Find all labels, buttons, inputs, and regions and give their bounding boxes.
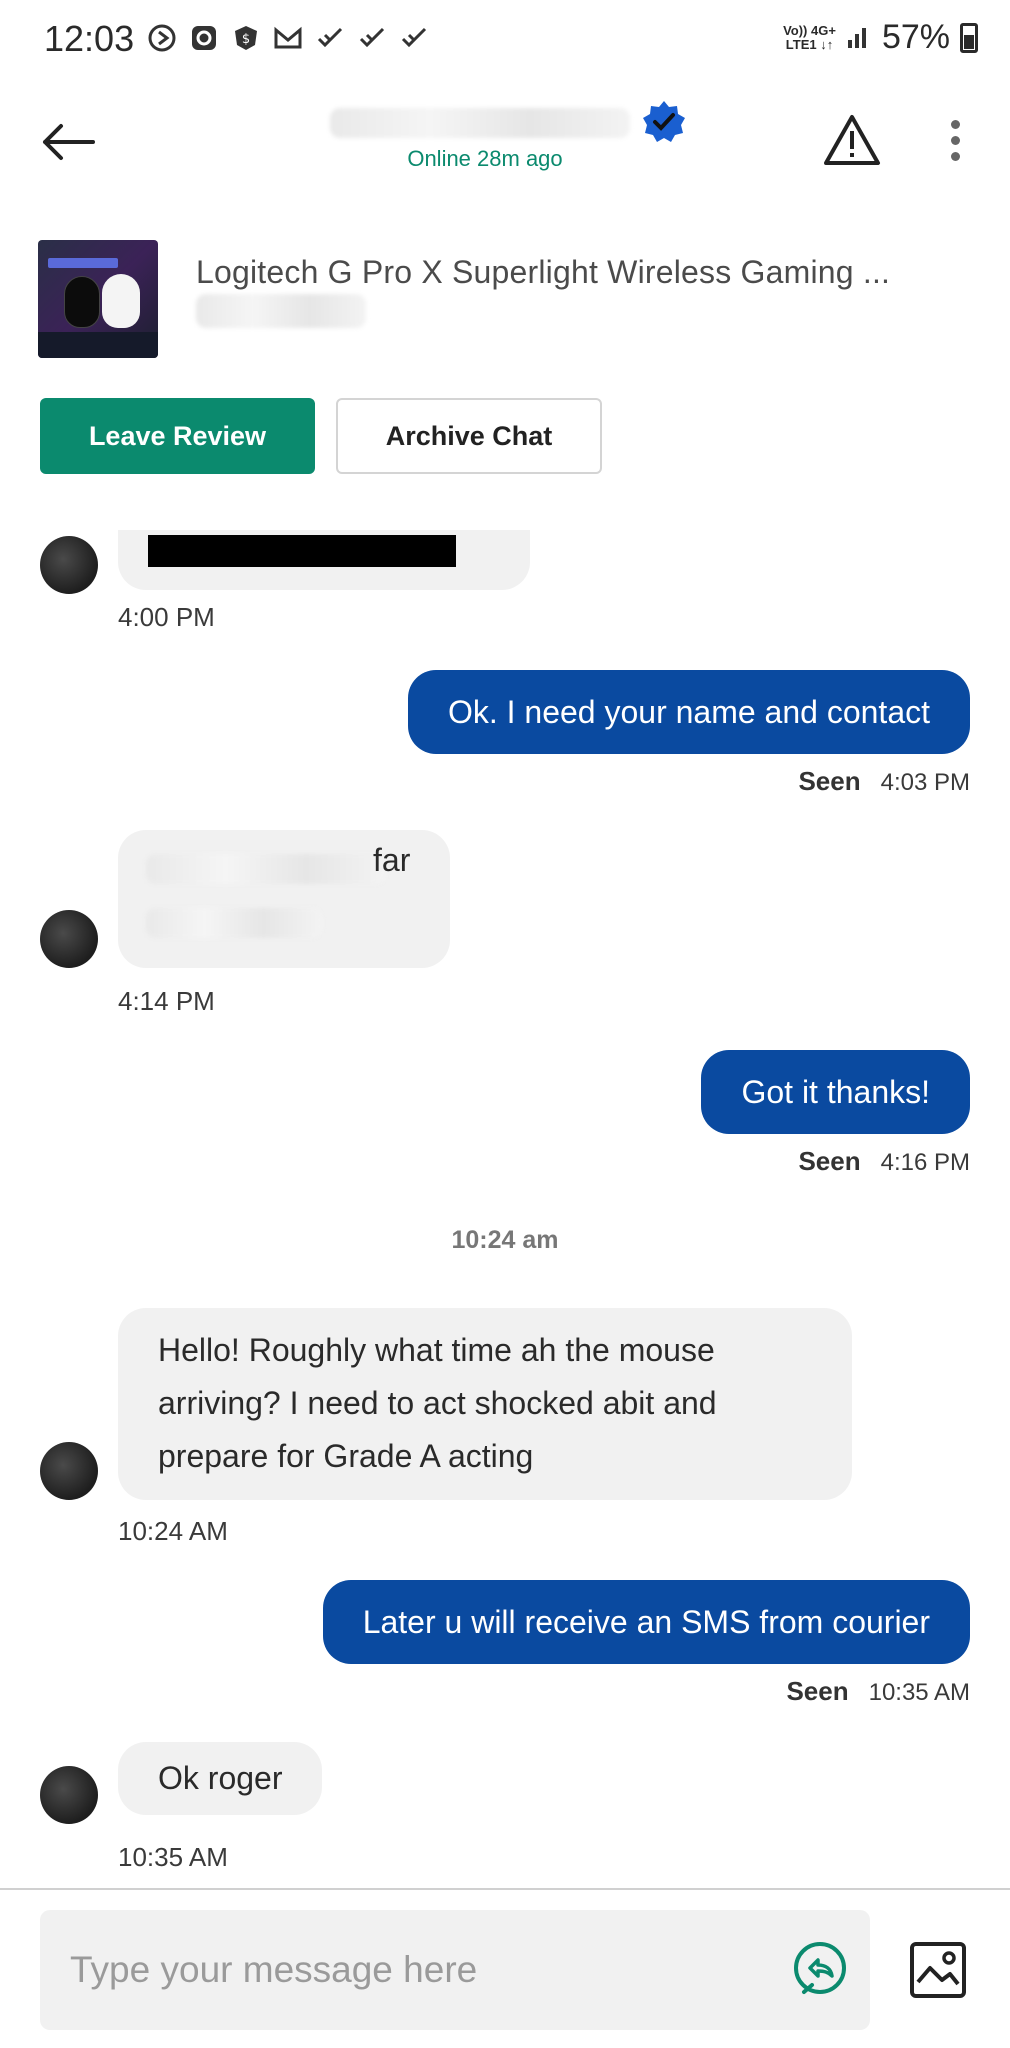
report-button[interactable] (818, 106, 886, 174)
message-line: Hello! Roughly what time ah the mouse (158, 1332, 715, 1368)
status-bar: 12:03 $ Vo)) 4G+ LTE1 ↓↑ 57% (0, 0, 1010, 80)
product-title: Logitech G Pro X Superlight Wireless Gam… (196, 254, 891, 290)
play-circle-icon (146, 22, 178, 54)
signal-icon (846, 20, 872, 55)
message-time: 10:35 AM (868, 1679, 970, 1706)
verified-badge-icon (643, 101, 685, 142)
notification-icons: $ (146, 22, 430, 54)
product-thumbnail (38, 240, 158, 358)
check-wave-icon (398, 22, 430, 54)
message-line: prepare for Grade A acting (158, 1438, 534, 1474)
message-time: 4:00 PM (118, 602, 215, 632)
dot-icon (950, 151, 960, 161)
thumbnail-strip (38, 332, 158, 358)
message-list[interactable]: 4:00 PM Ok. I need your name and contact… (0, 530, 1010, 1885)
seen-row: Seen 10:35 AM (786, 1676, 970, 1707)
check-wave-icon (314, 22, 346, 54)
message-bubble-outgoing[interactable]: Later u will receive an SMS from courier (322, 1580, 970, 1664)
message-time: 10:24 AM (118, 1516, 228, 1546)
seen-label: Seen (798, 1146, 861, 1176)
message-bubble-incoming[interactable]: far (118, 830, 450, 968)
product-price-redacted (196, 294, 366, 328)
date-separator: 10:24 am (451, 1226, 559, 1254)
thumbnail-banner (48, 258, 118, 268)
redaction-bar (148, 535, 456, 567)
battery-icon (960, 22, 978, 53)
mouse-black-image (64, 276, 100, 328)
svg-text:$: $ (242, 32, 250, 47)
archive-chat-button[interactable]: Archive Chat (336, 398, 602, 474)
message-text-fragment: far (373, 842, 411, 878)
shield-dollar-icon: $ (230, 22, 262, 54)
message-input[interactable] (70, 1940, 750, 2000)
seen-row: Seen 4:03 PM (798, 766, 970, 797)
message-time: 4:14 PM (118, 986, 215, 1016)
avatar (40, 1442, 98, 1500)
app-c-icon (188, 22, 220, 54)
seller-name-redacted[interactable] (330, 100, 650, 146)
network-indicator: Vo)) 4G+ LTE1 ↓↑ (783, 22, 836, 52)
message-bubble-incoming[interactable] (118, 530, 530, 590)
warning-icon (824, 115, 880, 165)
message-time: 10:35 AM (118, 1842, 228, 1872)
battery-percent: 57% (881, 18, 950, 56)
system-indicators: Vo)) 4G+ LTE1 ↓↑ 57% (783, 18, 978, 57)
redaction-blur (330, 108, 630, 138)
message-time: 4:16 PM (880, 1149, 970, 1176)
mouse-white-image (102, 274, 140, 328)
chat-header: Online 28m ago (0, 90, 1010, 190)
message-line: arriving? I need to act shocked abit and (158, 1385, 717, 1421)
message-bubble-incoming[interactable]: Ok roger (118, 1742, 323, 1815)
composer (40, 1910, 870, 2030)
image-attach-icon[interactable] (906, 1938, 970, 2002)
quick-reply-icon[interactable] (790, 1940, 850, 2000)
message-bubble-outgoing[interactable]: Ok. I need your name and contact (407, 670, 970, 754)
more-options-button[interactable] (930, 106, 980, 174)
message-time: 4:03 PM (880, 769, 970, 796)
redaction-blur (146, 854, 386, 884)
message-bubble-outgoing[interactable]: Got it thanks! (701, 1050, 970, 1134)
dot-icon (950, 135, 960, 145)
seen-label: Seen (798, 766, 861, 796)
network-type: Vo)) 4G+ (783, 22, 836, 38)
gmail-icon (272, 22, 304, 54)
avatar (40, 1766, 98, 1824)
status-time: 12:03 (44, 18, 135, 59)
avatar (40, 536, 98, 594)
redaction-blur (146, 908, 322, 938)
network-lte: LTE1 ↓↑ (785, 36, 834, 52)
product-card[interactable]: Logitech G Pro X Superlight Wireless Gam… (0, 232, 1010, 362)
seen-label: Seen (786, 1676, 849, 1706)
seen-row: Seen 4:16 PM (798, 1146, 970, 1177)
check-wave-icon (356, 22, 388, 54)
composer-divider (0, 1888, 1010, 1890)
leave-review-button[interactable]: Leave Review (40, 398, 315, 474)
message-bubble-incoming[interactable]: Hello! Roughly what time ah the mouse ar… (118, 1308, 852, 1500)
avatar (40, 910, 98, 968)
dot-icon (950, 119, 960, 129)
